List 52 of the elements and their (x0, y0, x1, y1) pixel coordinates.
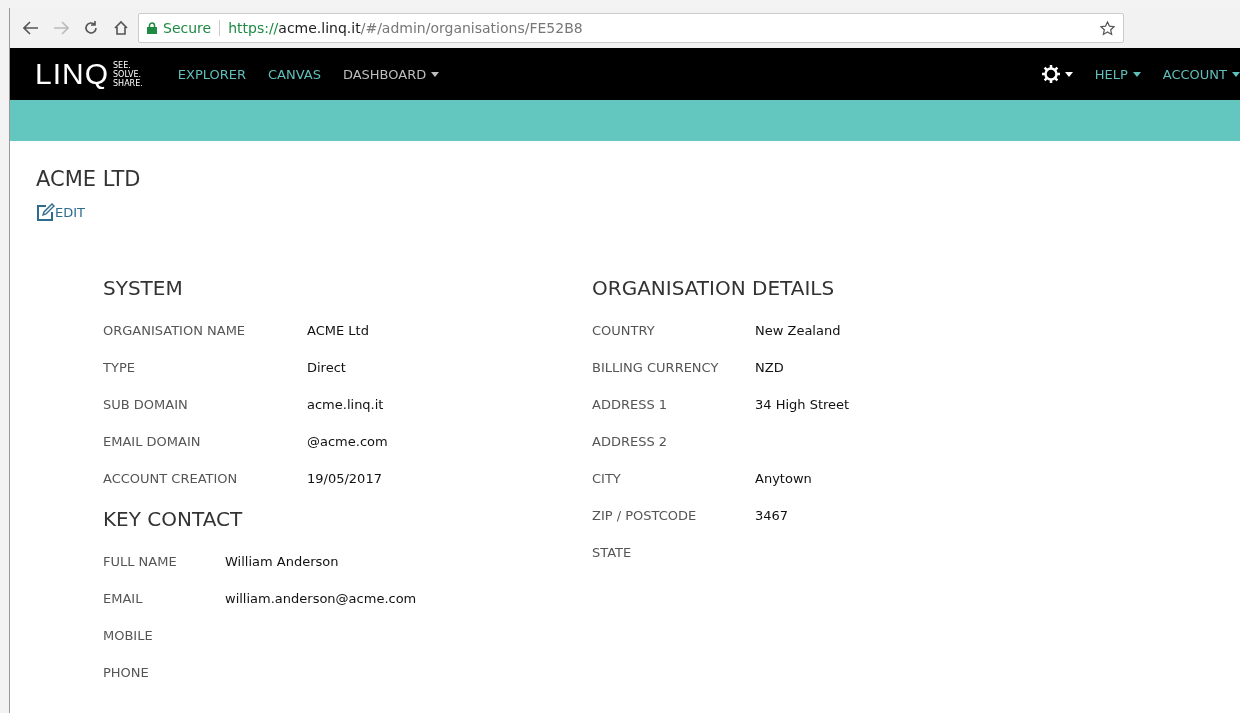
field-value: New Zealand (755, 323, 842, 338)
url-text: https://acme.linq.it/#/admin/organisations/FE52B8 (228, 20, 583, 36)
field-label: MOBILE (103, 628, 154, 643)
field-value: 34 High Street (755, 397, 851, 412)
field-label: CITY (592, 471, 622, 486)
address-bar[interactable]: Secure https://acme.linq.it/#/admin/organisations/FE52B8 (138, 13, 1124, 43)
field-value: @acme.com (307, 434, 389, 449)
settings-menu[interactable] (1041, 65, 1073, 83)
edit-link[interactable]: EDIT (36, 203, 85, 222)
field-label: ADDRESS 2 (592, 434, 669, 449)
section-title: KEY CONTACT (103, 507, 244, 531)
nav-link[interactable]: ACCOUNT (1162, 66, 1240, 82)
settings-icon (1041, 65, 1060, 83)
field-label: ADDRESS 1 (592, 397, 669, 412)
logo-tagline: SEE. SOLVE. SHARE. (113, 60, 143, 88)
field-value: Anytown (755, 471, 813, 486)
nav-link[interactable]: EXPLORER (177, 66, 246, 82)
secure-label: Secure (163, 20, 221, 36)
caret-icon (1064, 71, 1073, 77)
field-label: TYPE (103, 360, 136, 375)
edit-icon (36, 203, 55, 222)
field-label: ACCOUNT CREATION (103, 471, 239, 486)
field-label: COUNTRY (592, 323, 656, 338)
caret-icon (1232, 71, 1240, 77)
field-value: NZD (755, 360, 785, 375)
lock-icon (147, 22, 157, 34)
nav-link[interactable]: HELP (1094, 66, 1141, 82)
field-label: ZIP / POSTCODE (592, 508, 698, 523)
field-value: 3467 (755, 508, 790, 523)
field-label: EMAIL (103, 591, 144, 606)
field-value: acme.linq.it (307, 397, 385, 412)
field-label: STATE (592, 545, 633, 560)
section-title: ORGANISATION DETAILS (592, 276, 836, 300)
logo[interactable]: LINQ (35, 57, 110, 91)
field-value: William Anderson (225, 554, 340, 569)
field-label: BILLING CURRENCY (592, 360, 720, 375)
field-label: SUB DOMAIN (103, 397, 189, 412)
field-label: PHONE (103, 665, 150, 680)
field-value: william.anderson@acme.com (225, 591, 418, 606)
section-title: SYSTEM (103, 276, 184, 300)
caret-icon (431, 71, 440, 77)
page-title: ACME LTD (36, 167, 142, 191)
field-label: EMAIL DOMAIN (103, 434, 202, 449)
nav-link[interactable]: CANVAS (268, 66, 321, 82)
field-label: ORGANISATION NAME (103, 323, 247, 338)
field-value: ACME Ltd (307, 323, 370, 338)
caret-icon (1132, 71, 1141, 77)
field-value: 19/05/2017 (307, 471, 383, 486)
field-label: FULL NAME (103, 554, 178, 569)
star-icon[interactable] (1100, 20, 1115, 36)
nav-link[interactable]: DASHBOARD (342, 66, 440, 82)
field-value: Direct (307, 360, 347, 375)
